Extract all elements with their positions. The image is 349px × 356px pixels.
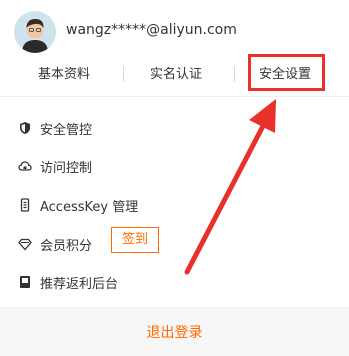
menu-item-label: 推荐返利后台 (40, 277, 119, 292)
menu-item-security-control[interactable]: 安全管控 (0, 115, 349, 141)
user-email: wangz*****@aliyun.com (66, 22, 237, 38)
document-icon (18, 274, 32, 288)
account-dropdown-card: wangz*****@aliyun.com 基本资料 实名认证 安全设置 安全管… (0, 0, 349, 356)
menu-item-accesskey[interactable]: AccessKey 管理 (0, 192, 349, 218)
avatar-illustration (14, 11, 56, 53)
user-avatar-icon[interactable] (14, 11, 56, 53)
menu-item-access-control[interactable]: 访问控制 (0, 153, 349, 179)
header-divider (0, 96, 349, 97)
realname-link[interactable]: 实名认证 (150, 63, 202, 82)
link-divider (123, 66, 124, 82)
key-icon (18, 197, 32, 212)
security-settings-highlight-box (248, 54, 325, 91)
footer-bar: 退出登录 (0, 307, 349, 356)
shield-icon (18, 120, 32, 134)
menu-item-referral[interactable]: 推荐返利后台 (0, 269, 349, 295)
menu-item-label: 访问控制 (40, 161, 93, 176)
link-divider (234, 66, 235, 82)
diamond-icon (18, 236, 32, 251)
menu-item-points[interactable]: 会员积分 签到 (0, 227, 349, 257)
logout-button[interactable]: 退出登录 (0, 322, 349, 342)
menu-item-label: 安全管控 (40, 123, 93, 138)
checkin-button[interactable]: 签到 (111, 227, 159, 253)
profile-link[interactable]: 基本资料 (38, 63, 90, 82)
menu-item-label: 会员积分 (40, 239, 93, 254)
cloud-icon (18, 158, 32, 172)
menu-item-label: AccessKey 管理 (40, 200, 139, 215)
